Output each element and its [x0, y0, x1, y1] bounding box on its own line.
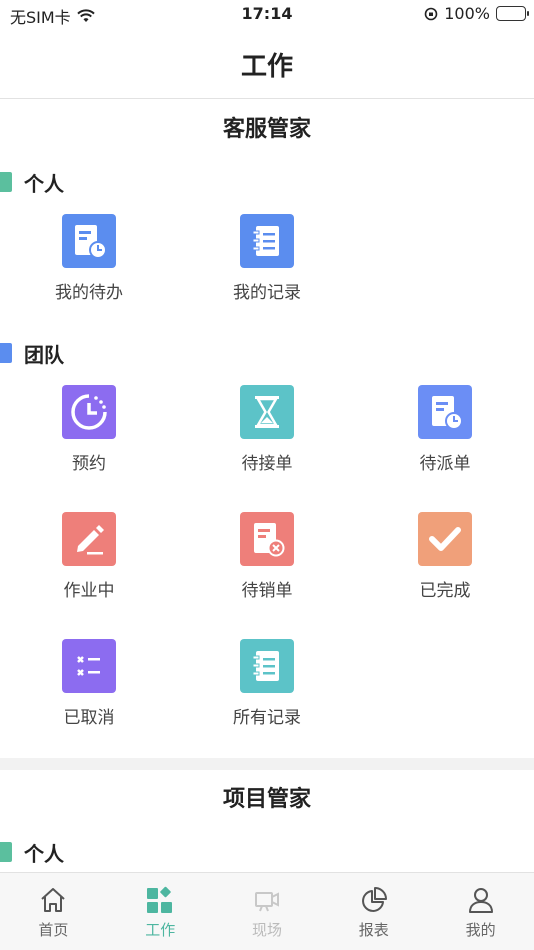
tile-label: 已完成 [419, 581, 471, 601]
tile-label: 待接单 [241, 454, 293, 474]
tile-label: 所有记录 [233, 708, 301, 728]
tile-pending-accept[interactable]: 待接单 [178, 375, 356, 502]
tile-label: 预约 [72, 454, 106, 474]
section-divider [0, 758, 534, 770]
tab-work[interactable]: 工作 [107, 873, 214, 950]
battery-percent: 100% [444, 4, 490, 23]
group-title: 个人 [24, 841, 64, 866]
status-bar: 无SIM卡 17:14 100% [0, 0, 534, 28]
section-title: 项目管家 [222, 787, 311, 812]
user-icon [466, 885, 496, 915]
checkmark-icon [418, 512, 472, 566]
nav-bar: 工作 [0, 28, 534, 99]
tab-mine[interactable]: 我的 [427, 873, 534, 950]
work-content[interactable]: 客服管家 个人 我的待办 我的记录 团队 预约 待接单 待派单 作业中 待销单 … [0, 100, 534, 872]
clock-icon [62, 385, 116, 439]
group-bar [0, 842, 12, 862]
tile-label: 待派单 [419, 454, 471, 474]
tab-label: 报表 [358, 921, 389, 939]
tile-pending-dispatch[interactable]: 待派单 [356, 375, 534, 502]
tab-label: 首页 [38, 921, 69, 939]
home-icon [38, 885, 68, 915]
group-header-personal: 个人 [0, 830, 534, 872]
tab-reports[interactable]: 报表 [320, 873, 427, 950]
pencil-icon [62, 512, 116, 566]
tab-site[interactable]: 现场 [214, 873, 321, 950]
section-title: 客服管家 [222, 117, 311, 142]
tile-cancelled[interactable]: 已取消 [0, 629, 178, 756]
tile-appointment[interactable]: 预约 [0, 375, 178, 502]
group-title: 团队 [24, 342, 64, 367]
tile-label: 已取消 [63, 708, 115, 728]
apps-icon [145, 885, 175, 915]
tile-label: 我的待办 [55, 283, 123, 303]
tile-completed[interactable]: 已完成 [356, 502, 534, 629]
battery-icon [496, 6, 529, 21]
group-bar [0, 343, 12, 363]
status-right: 100% [424, 4, 529, 23]
section-customer-service: 客服管家 个人 我的待办 我的记录 团队 预约 待接单 待派单 作业中 待销单 … [0, 100, 534, 756]
todo-clock-icon [62, 214, 116, 268]
hourglass-icon [240, 385, 294, 439]
cancel-list-icon [62, 639, 116, 693]
tile-my-records[interactable]: 我的记录 [178, 204, 356, 331]
tile-label: 作业中 [63, 581, 115, 601]
group-header-personal: 个人 [0, 160, 534, 204]
section-project: 项目管家 个人 [0, 770, 534, 872]
tile-label: 我的记录 [233, 283, 301, 303]
team-grid: 预约 待接单 待派单 作业中 待销单 已完成 已取消 所有记录 [0, 375, 534, 756]
tab-label: 我的 [465, 921, 496, 939]
document-cancel-icon [240, 512, 294, 566]
record-book-icon [240, 639, 294, 693]
tab-label: 现场 [251, 921, 282, 939]
tile-label: 待销单 [241, 581, 293, 601]
record-book-icon [240, 214, 294, 268]
tab-label: 工作 [145, 921, 176, 939]
tile-all-records[interactable]: 所有记录 [178, 629, 356, 756]
tile-my-todo[interactable]: 我的待办 [0, 204, 178, 331]
group-title: 个人 [24, 171, 64, 196]
tile-pending-close[interactable]: 待销单 [178, 502, 356, 629]
tab-bar: 首页 工作 现场 报表 我的 [0, 872, 534, 950]
tab-home[interactable]: 首页 [0, 873, 107, 950]
tile-in-progress[interactable]: 作业中 [0, 502, 178, 629]
orientation-lock-icon [424, 7, 438, 20]
group-bar [0, 172, 12, 192]
page-title: 工作 [240, 52, 293, 82]
camera-icon [252, 885, 282, 915]
personal-grid: 我的待办 我的记录 [0, 204, 534, 331]
group-header-team: 团队 [0, 331, 534, 375]
document-clock-icon [418, 385, 472, 439]
pie-chart-icon [359, 885, 389, 915]
